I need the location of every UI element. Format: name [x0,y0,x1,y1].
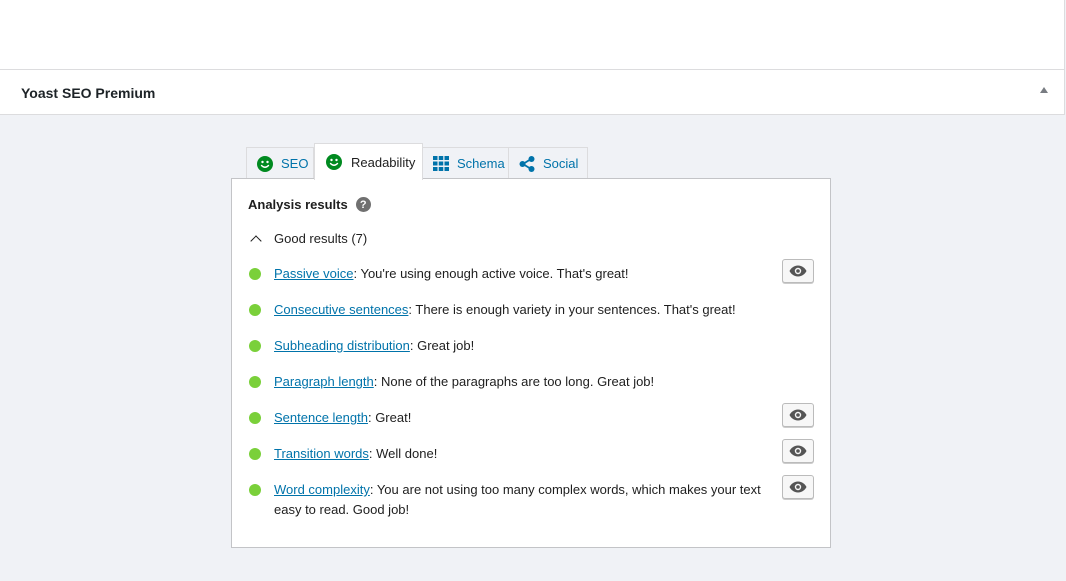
result-link-paragraph-length[interactable]: Paragraph length [274,374,374,389]
eye-icon [789,409,807,421]
result-text: Passive voice: You're using enough activ… [274,266,629,281]
grid-icon [433,156,449,171]
result-text: Sentence length: Great! [274,410,412,425]
result-text: Word complexity: You are not using too m… [274,482,761,517]
eye-icon [789,481,807,493]
good-bullet-icon [249,412,261,424]
result-text: Paragraph length: None of the paragraphs… [274,374,655,389]
good-bullet-icon [249,304,261,316]
smiley-icon [326,154,342,170]
eye-button[interactable] [782,403,814,427]
good-results-label: Good results (7) [274,231,368,246]
analysis-heading: Analysis results ? [248,197,371,212]
good-bullet-icon [249,376,261,388]
eye-button[interactable] [782,475,814,499]
result-link-word-complexity[interactable]: Word complexity [274,482,370,497]
eye-button[interactable] [782,259,814,283]
good-bullet-icon [249,448,261,460]
metabox-title: Yoast SEO Premium [21,85,156,101]
result-link-sentence-length[interactable]: Sentence length [274,410,368,425]
result-link-consecutive-sentences[interactable]: Consecutive sentences [274,302,408,317]
smiley-icon [257,155,273,172]
result-text: Transition words: Well done! [274,446,438,461]
good-results-toggle[interactable]: Good results (7) [248,231,368,247]
result-link-transition-words[interactable]: Transition words [274,446,369,461]
tab-seo[interactable]: SEO [246,147,314,179]
result-link-subheading-distribution[interactable]: Subheading distribution [274,338,410,353]
readability-panel: Analysis results ? Good results (7) Pass… [231,178,831,548]
eye-icon [789,265,807,277]
eye-icon [789,445,807,457]
tab-seo-label: SEO [281,156,309,171]
tab-schema-label: Schema [457,156,505,171]
tab-readability-label: Readability [351,154,416,170]
tab-readability[interactable]: Readability [314,143,423,180]
good-bullet-icon [249,268,261,280]
tab-social-label: Social [543,156,579,171]
help-icon[interactable]: ? [355,197,371,212]
share-icon [519,155,535,172]
tab-schema[interactable]: Schema [422,147,509,179]
tab-social[interactable]: Social [508,147,588,179]
chevron-up-icon [250,234,262,247]
good-bullet-icon [249,484,261,496]
good-bullet-icon [249,340,261,352]
result-text: Subheading distribution: Great job! [274,338,475,353]
eye-button[interactable] [782,439,814,463]
metabox-header[interactable]: Yoast SEO Premium [0,70,1065,115]
result-text: Consecutive sentences: There is enough v… [274,302,736,317]
analysis-heading-text: Analysis results [248,197,348,212]
collapse-arrow-icon[interactable] [1040,87,1048,93]
result-link-passive-voice[interactable]: Passive voice [274,266,353,281]
editor-top-area [0,0,1065,70]
